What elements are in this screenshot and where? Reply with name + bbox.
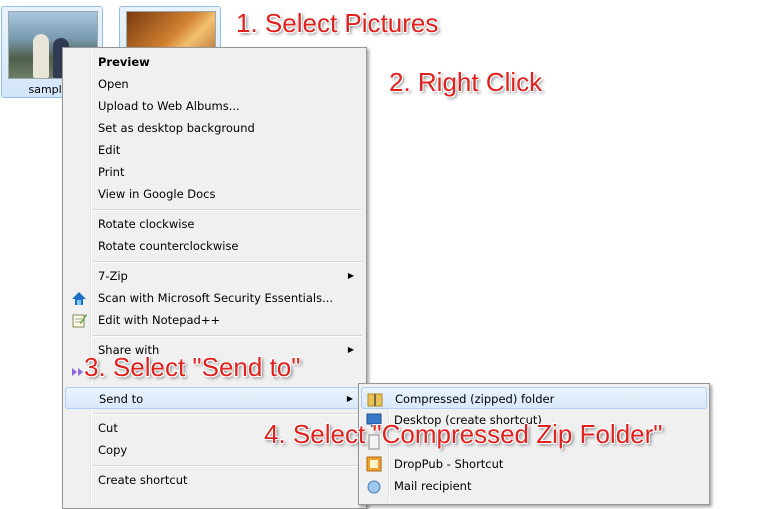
submenu-item-mail-recipient[interactable]: Mail recipient — [361, 475, 707, 497]
menu-item-7zip[interactable]: 7-Zip ▶ — [65, 265, 364, 287]
callout-step-1: 1. Select Pictures — [236, 8, 439, 38]
menu-item-set-desktop-background[interactable]: Set as desktop background — [65, 117, 364, 139]
menu-item-edit[interactable]: Edit — [65, 139, 364, 161]
menu-item-upload-web-albums[interactable]: Upload to Web Albums... — [65, 95, 364, 117]
menu-separator — [93, 335, 362, 337]
menu-item-rotate-clockwise[interactable]: Rotate clockwise — [65, 213, 364, 235]
notepad-plus-icon — [72, 314, 87, 328]
menu-item-rotate-counterclockwise[interactable]: Rotate counterclockwise — [65, 235, 364, 257]
callout-step-4: 4. Select "Compressed Zip Folder" — [264, 419, 663, 449]
mail-icon — [367, 480, 381, 494]
callout-step-3: 3. Select "Send to" — [84, 352, 301, 382]
menu-item-view-google-docs[interactable]: View in Google Docs — [65, 183, 364, 205]
menu-item-create-shortcut[interactable]: Create shortcut — [65, 469, 364, 491]
menu-separator — [93, 413, 362, 415]
callout-step-2: 2. Right Click — [389, 67, 543, 97]
menu-item-open[interactable]: Open — [65, 73, 364, 95]
submenu-arrow-icon: ▶ — [347, 345, 354, 354]
submenu-item-droppub-shortcut[interactable]: DropPub - Shortcut — [361, 453, 707, 475]
menu-item-scan-security-essentials[interactable]: Scan with Microsoft Security Essentials.… — [65, 287, 364, 309]
security-essentials-icon — [72, 292, 86, 305]
submenu-arrow-icon: ▶ — [347, 271, 354, 280]
droppub-icon — [366, 456, 382, 472]
menu-item-edit-notepad-plus[interactable]: Edit with Notepad++ — [65, 309, 364, 331]
menu-item-send-to[interactable]: Send to ▶ — [65, 387, 364, 409]
menu-separator — [93, 261, 362, 263]
zip-folder-icon — [367, 393, 383, 407]
submenu-arrow-icon: ▶ — [346, 394, 353, 403]
menu-item-preview[interactable]: Preview — [65, 51, 364, 73]
submenu-item-compressed-folder[interactable]: Compressed (zipped) folder — [361, 387, 707, 409]
menu-separator — [93, 465, 362, 467]
menu-item-print[interactable]: Print — [65, 161, 364, 183]
menu-separator — [93, 209, 362, 211]
